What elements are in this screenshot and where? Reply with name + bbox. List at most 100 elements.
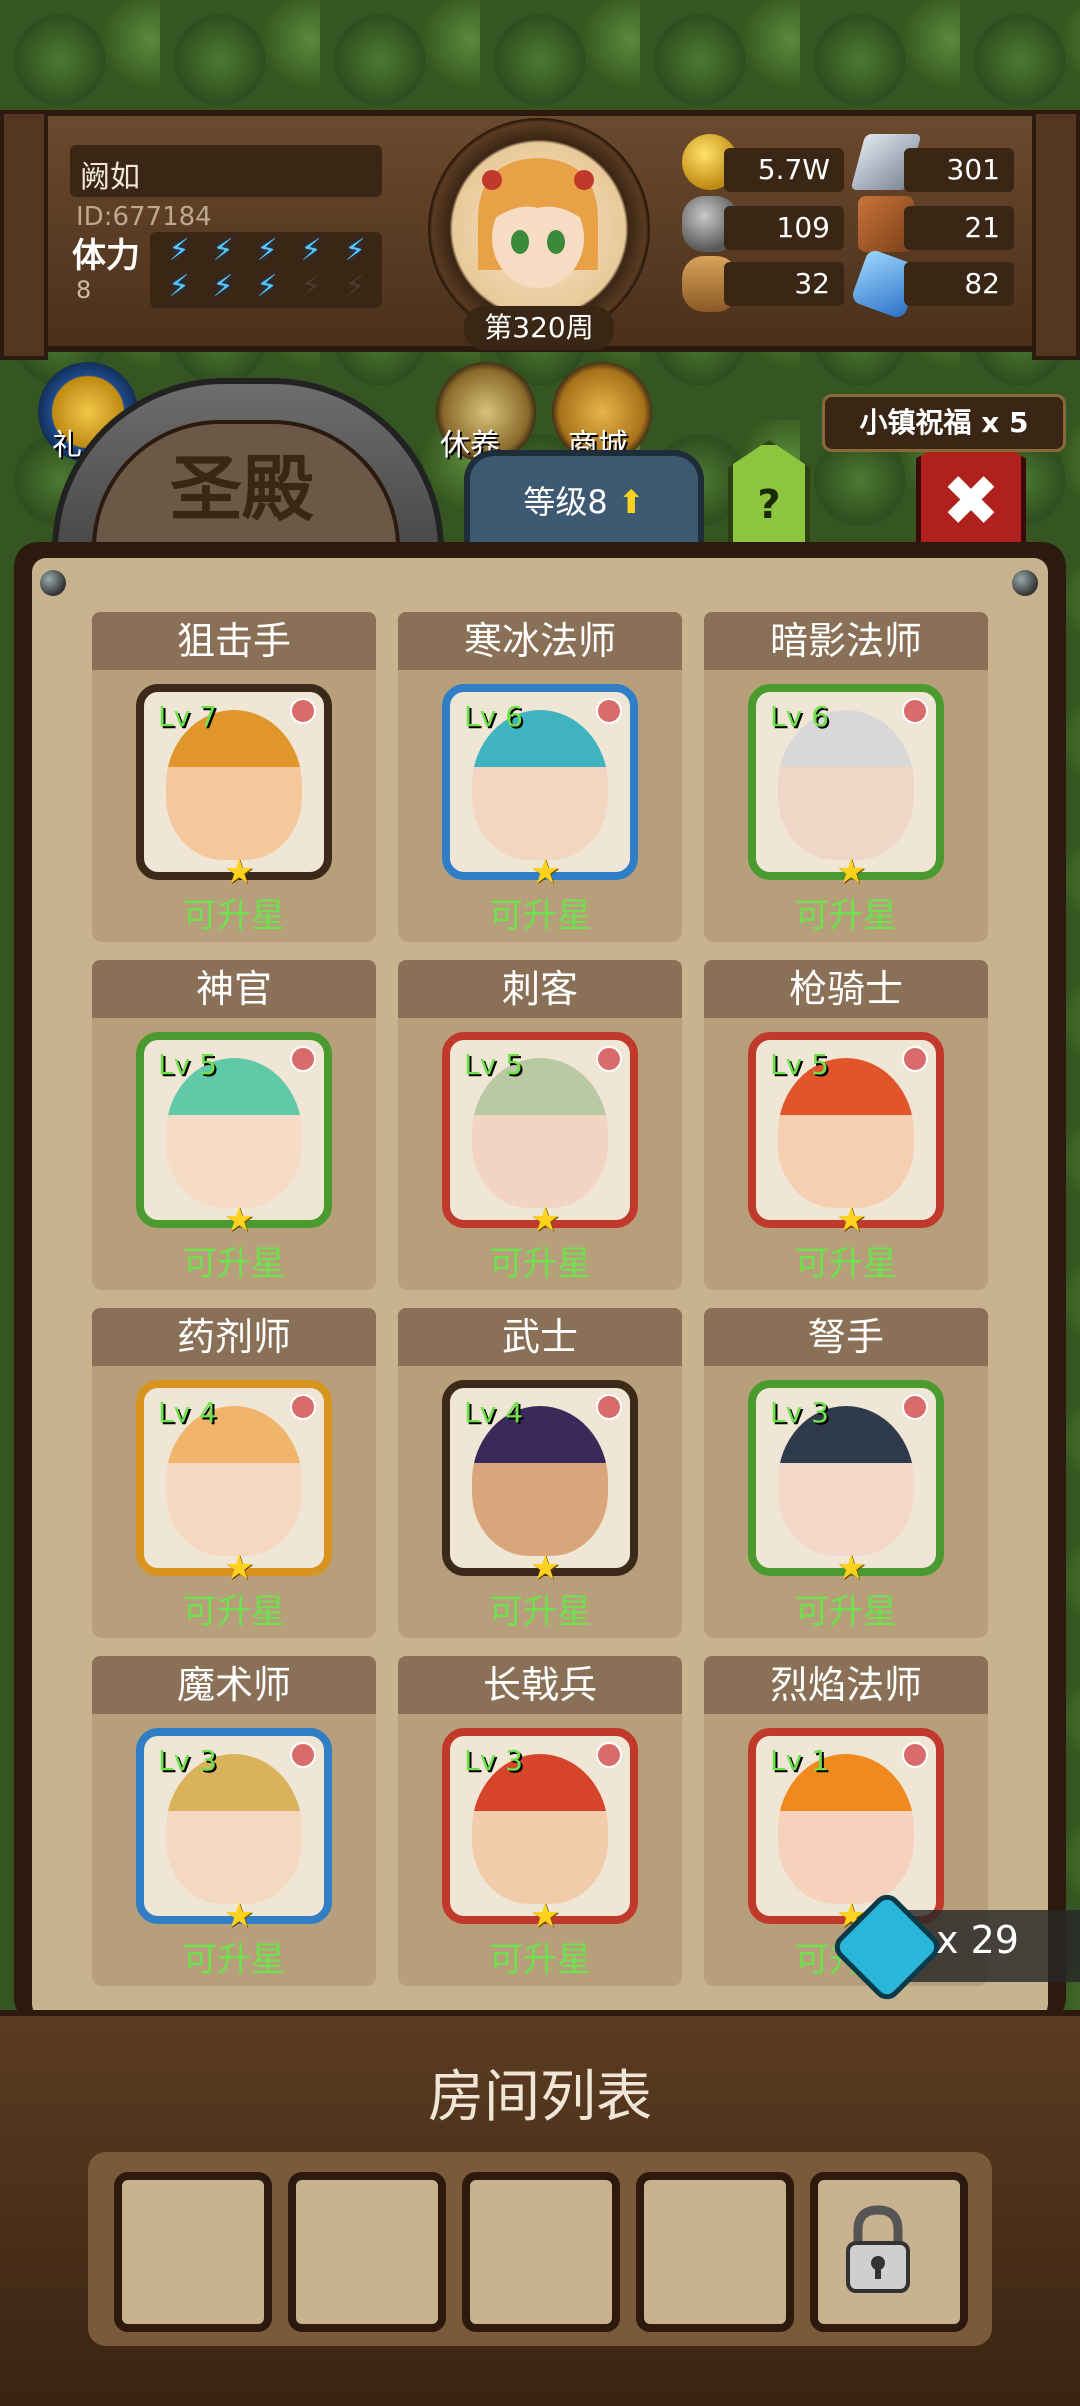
gem-icon	[290, 1046, 316, 1072]
hero-name: 暗影法师	[704, 612, 988, 670]
lock-icon	[846, 2205, 910, 2293]
hero-status: 可升星	[183, 896, 285, 936]
room-list-title: 房间列表	[428, 2065, 652, 2130]
hero-card[interactable]: 神官 Lv 5 ★ 可升星	[92, 960, 376, 1290]
hero-level: Lv 5	[464, 1048, 523, 1081]
hero-card[interactable]: 枪骑士 Lv 5 ★ 可升星	[704, 960, 988, 1290]
stamina-bolt-icon: ⚡	[300, 233, 322, 268]
hero-portrait[interactable]: Lv 5 ★	[136, 1032, 332, 1240]
level-label: 等级8	[523, 483, 608, 521]
hero-portrait[interactable]: Lv 4 ★	[442, 1380, 638, 1588]
hero-name: 神官	[92, 960, 376, 1018]
hero-name: 刺客	[398, 960, 682, 1018]
rivet	[1012, 570, 1038, 596]
star-icon: ★	[836, 852, 867, 892]
page-title: 圣殿	[169, 447, 314, 531]
star-icon: ★	[530, 1200, 561, 1240]
gem-icon	[290, 1742, 316, 1768]
hero-name: 寒冰法师	[398, 612, 682, 670]
hero-card[interactable]: 弩手 Lv 3 ★ 可升星	[704, 1308, 988, 1638]
hero-name: 狙击手	[92, 612, 376, 670]
hero-level: Lv 5	[158, 1048, 217, 1081]
hero-name: 药剂师	[92, 1308, 376, 1366]
stamina-bolt-icon: ⚡	[256, 269, 278, 304]
hero-portrait[interactable]: Lv 6 ★	[748, 684, 944, 892]
star-icon: ★	[530, 1896, 561, 1936]
hero-level: Lv 7	[158, 700, 217, 733]
hero-portrait[interactable]: Lv 3 ★	[442, 1728, 638, 1936]
hero-portrait[interactable]: Lv 4 ★	[136, 1380, 332, 1588]
star-icon: ★	[224, 1896, 255, 1936]
hero-card[interactable]: 药剂师 Lv 4 ★ 可升星	[92, 1308, 376, 1638]
stamina-bolt-icon: ⚡	[212, 233, 234, 268]
gem-icon	[902, 1046, 928, 1072]
player-avatar-portrait	[478, 158, 598, 288]
stone-amount: 109	[724, 206, 844, 250]
hero-status: 可升星	[183, 1244, 285, 1284]
stamina-bolt-empty-icon: ⚡	[344, 269, 366, 304]
hero-card[interactable]: 寒冰法师 Lv 6 ★ 可升星	[398, 612, 682, 942]
hero-level: Lv 3	[158, 1744, 217, 1777]
hero-status: 可升星	[489, 1592, 591, 1632]
hero-status: 可升星	[795, 1592, 897, 1632]
hero-status: 可升星	[183, 1940, 285, 1980]
gem-icon	[596, 1046, 622, 1072]
hero-level: Lv 3	[464, 1744, 523, 1777]
hero-level: Lv 5	[770, 1048, 829, 1081]
town-blessing-badge: 小镇祝福 x 5	[822, 394, 1066, 452]
room-slot[interactable]	[288, 2172, 446, 2332]
hero-portrait[interactable]: Lv 3 ★	[136, 1728, 332, 1936]
hero-card[interactable]: 刺客 Lv 5 ★ 可升星	[398, 960, 682, 1290]
hero-level: Lv 6	[464, 700, 523, 733]
room-slot[interactable]	[114, 2172, 272, 2332]
week-counter: 第320周	[464, 306, 614, 350]
hero-card[interactable]: 魔术师 Lv 3 ★ 可升星	[92, 1656, 376, 1986]
hero-card[interactable]: 长戟兵 Lv 3 ★ 可升星	[398, 1656, 682, 1986]
hero-level: Lv 3	[770, 1396, 829, 1429]
level-button[interactable]: 等级8 ⬆	[464, 450, 704, 554]
hero-portrait[interactable]: Lv 7 ★	[136, 684, 332, 892]
hero-portrait[interactable]: Lv 5 ★	[748, 1032, 944, 1240]
gem-icon	[596, 1394, 622, 1420]
gem-icon	[902, 1394, 928, 1420]
hero-status: 可升星	[183, 1592, 285, 1632]
hero-portrait[interactable]: Lv 5 ★	[442, 1032, 638, 1240]
hero-card[interactable]: 狙击手 Lv 7 ★ 可升星	[92, 612, 376, 942]
hero-status: 可升星	[489, 896, 591, 936]
rivet	[40, 570, 66, 596]
hero-status: 可升星	[489, 1940, 591, 1980]
steel-amount: 301	[904, 148, 1014, 192]
hero-card[interactable]: 暗影法师 Lv 6 ★ 可升星	[704, 612, 988, 942]
gem-icon	[596, 698, 622, 724]
hero-name: 武士	[398, 1308, 682, 1366]
star-icon: ★	[224, 852, 255, 892]
hero-level: Lv 6	[770, 700, 829, 733]
room-slot[interactable]	[636, 2172, 794, 2332]
wood-amount: 32	[724, 262, 844, 306]
stamina-label: 体力	[72, 236, 140, 276]
star-icon: ★	[224, 1200, 255, 1240]
hero-name: 枪骑士	[704, 960, 988, 1018]
hide-amount: 21	[904, 206, 1014, 250]
hero-level: Lv 4	[158, 1396, 217, 1429]
hero-name: 烈焰法师	[704, 1656, 988, 1714]
star-icon: ★	[836, 1548, 867, 1588]
star-icon: ★	[530, 1548, 561, 1588]
hero-level: Lv 4	[464, 1396, 523, 1429]
stamina-bolt-icon: ⚡	[344, 233, 366, 268]
hero-portrait[interactable]: Lv 6 ★	[442, 684, 638, 892]
scroll-count: x 29	[936, 1918, 1019, 1962]
gem-icon	[290, 1394, 316, 1420]
star-icon: ★	[224, 1548, 255, 1588]
hero-status: 可升星	[795, 1244, 897, 1284]
gem-icon	[902, 698, 928, 724]
gem-icon	[596, 1742, 622, 1768]
hero-portrait[interactable]: Lv 3 ★	[748, 1380, 944, 1588]
gold-amount: 5.7W	[724, 148, 844, 192]
hero-level: Lv 1	[770, 1744, 829, 1777]
stamina-bolt-icon: ⚡	[168, 269, 190, 304]
hero-card[interactable]: 武士 Lv 4 ★ 可升星	[398, 1308, 682, 1638]
hero-name: 魔术师	[92, 1656, 376, 1714]
room-slot[interactable]	[462, 2172, 620, 2332]
hero-portrait[interactable]: Lv 1 ★	[748, 1728, 944, 1936]
